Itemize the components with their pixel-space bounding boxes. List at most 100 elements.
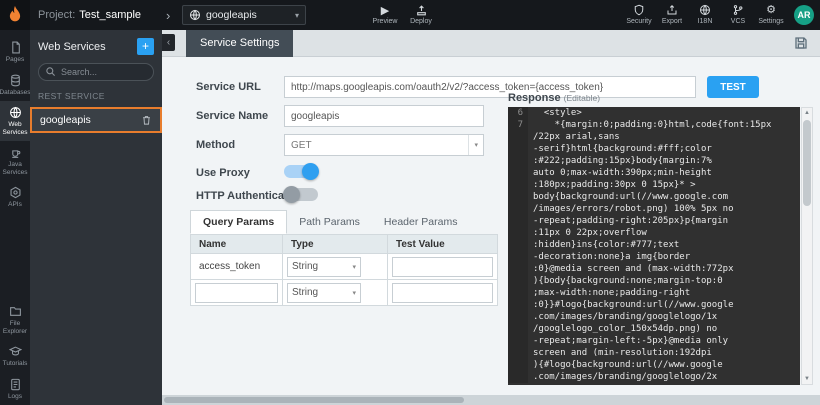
delete-service-trash-icon[interactable] xyxy=(141,114,152,126)
web-services-globe-icon xyxy=(9,106,22,119)
export-label: Export xyxy=(662,18,682,25)
method-select[interactable]: GET ▾ xyxy=(284,134,484,156)
response-label-text: Response xyxy=(508,92,561,104)
code-line: ;max-width:none;padding-right xyxy=(508,287,800,299)
service-url-input[interactable] xyxy=(284,76,696,98)
code-line: screen and (min-resolution:192dpi xyxy=(508,347,800,359)
param-tabs: Query Params Path Params Header Params xyxy=(190,210,469,234)
query-params-table: Name Type Test Value access_token String… xyxy=(190,234,498,306)
horizontal-scrollbar[interactable] xyxy=(162,395,820,405)
code-line: -repeat;padding-right:205px}p{margin xyxy=(508,215,800,227)
rail-label: Tutorials xyxy=(3,360,28,368)
sidebar-item-tutorials[interactable]: Tutorials xyxy=(0,340,30,373)
service-name-input[interactable] xyxy=(284,105,484,127)
project-label: Project: Test_sample xyxy=(38,0,141,30)
preview-button[interactable]: ▶ Preview xyxy=(368,3,402,25)
i18n-globe-icon xyxy=(699,3,711,17)
code-line: :180px;padding:30px 0 15px}* > xyxy=(508,179,800,191)
collapse-panel-button[interactable]: ‹ xyxy=(162,34,175,51)
sidebar-item-java-services[interactable]: Java Services xyxy=(0,141,30,181)
method-label: Method xyxy=(196,139,235,151)
scroll-down-arrow-icon[interactable]: ▼ xyxy=(802,374,812,384)
rail-label: File Explorer xyxy=(0,320,30,335)
code-line: auto 0;max-width:390px;min-height xyxy=(508,167,800,179)
app-window: Project: Test_sample › googleapis ▾ ▶ Pr… xyxy=(0,0,820,405)
response-code-editor[interactable]: 6 <style>7 *{margin:0;padding:0}html,cod… xyxy=(508,107,800,385)
scroll-up-arrow-icon[interactable]: ▲ xyxy=(802,108,812,118)
new-param-name-input[interactable] xyxy=(195,283,278,303)
i18n-button[interactable]: I18N xyxy=(690,3,720,25)
project-prefix: Project: xyxy=(38,9,75,21)
param-type-select[interactable]: String ▾ xyxy=(287,257,361,277)
code-line: /22px arial,sans xyxy=(508,131,800,143)
code-line: ){#logo{background:url(//www.google xyxy=(508,359,800,371)
add-service-button[interactable]: + xyxy=(137,38,154,55)
security-label: Security xyxy=(626,18,651,25)
new-param-type-select[interactable]: String ▾ xyxy=(287,283,361,303)
export-button[interactable]: Export xyxy=(657,3,687,25)
http-authentication-toggle[interactable] xyxy=(284,188,318,201)
new-param-test-value-input[interactable] xyxy=(392,283,493,303)
tab-service-settings[interactable]: Service Settings xyxy=(186,30,293,57)
editor-tab-strip: Service Settings xyxy=(162,30,820,57)
sidebar-item-apis[interactable]: APIs xyxy=(0,181,30,214)
api-hexagon-icon xyxy=(9,186,22,199)
sidebar-item-pages[interactable]: Pages xyxy=(0,36,30,69)
tab-query-params[interactable]: Query Params xyxy=(190,210,287,234)
caret-down-icon: ▾ xyxy=(468,135,483,155)
globe-icon xyxy=(189,9,201,21)
code-line: :hidden}ins{color:#777;text xyxy=(508,239,800,251)
user-avatar[interactable]: AR xyxy=(794,5,814,25)
table-row-new: String ▾ xyxy=(191,280,498,306)
response-label: Response (Editable) xyxy=(508,92,600,104)
code-line: ){body{background:none;margin-top:0 xyxy=(508,275,800,287)
column-header-test-value: Test Value xyxy=(388,235,498,254)
sidebar-item-file-explorer[interactable]: File Explorer xyxy=(0,300,30,340)
toggle-knob xyxy=(283,186,300,203)
use-proxy-toggle[interactable] xyxy=(284,165,318,178)
service-search xyxy=(38,62,154,81)
tab-path-params[interactable]: Path Params xyxy=(287,210,372,234)
sidebar-item-logs[interactable]: Logs xyxy=(0,373,30,405)
param-type-value: String xyxy=(292,287,318,298)
app-logo[interactable] xyxy=(0,0,30,30)
sidebar-item-databases[interactable]: Databases xyxy=(0,69,30,102)
service-selector-dropdown[interactable]: googleapis ▾ xyxy=(182,5,306,25)
code-line: /images/errors/robot.png) 100% 5px no xyxy=(508,203,800,215)
param-name-value[interactable]: access_token xyxy=(195,261,278,272)
code-lines: 6 <style>7 *{margin:0;padding:0}html,cod… xyxy=(508,107,800,383)
database-icon xyxy=(9,74,22,87)
logs-icon xyxy=(9,378,22,391)
horizontal-scrollbar-thumb[interactable] xyxy=(164,397,464,403)
tab-header-params[interactable]: Header Params xyxy=(372,210,470,234)
deploy-label: Deploy xyxy=(410,18,432,25)
editor-scrollbar[interactable]: ▲ ▼ xyxy=(801,107,813,385)
editor-scrollbar-thumb[interactable] xyxy=(803,120,811,206)
vcs-button[interactable]: VCS xyxy=(723,3,753,25)
code-line: :0}@media screen and (max-width:772px xyxy=(508,263,800,275)
service-name-label: Service Name xyxy=(196,110,268,122)
rail-label: Pages xyxy=(6,56,24,64)
rail-label: Logs xyxy=(8,393,22,401)
i18n-label: I18N xyxy=(698,18,713,25)
rail-label: Databases xyxy=(0,89,31,97)
sidebar-item-web-services[interactable]: Web Services xyxy=(0,101,30,141)
security-button[interactable]: Security xyxy=(624,3,654,25)
play-icon: ▶ xyxy=(381,3,389,17)
settings-button[interactable]: ⚙ Settings xyxy=(756,3,786,25)
use-proxy-label: Use Proxy xyxy=(196,167,250,179)
left-nav-rail: Pages Databases Web Services Java Servic… xyxy=(0,30,30,405)
web-services-panel: Web Services + REST SERVICE googleapis xyxy=(30,30,162,405)
service-list-item-googleapis[interactable]: googleapis xyxy=(30,107,162,133)
code-line: body{background:url(//www.google.com xyxy=(508,191,800,203)
caret-down-icon: ▾ xyxy=(352,289,356,297)
rail-label: Java Services xyxy=(0,161,30,176)
deploy-button[interactable]: Deploy xyxy=(404,3,438,25)
save-button[interactable] xyxy=(793,35,810,52)
code-line: -repeat;margin-left:-5px}@media only xyxy=(508,335,800,347)
graduation-cap-icon xyxy=(9,345,22,358)
param-test-value-input[interactable] xyxy=(392,257,493,277)
code-line: :#222;padding:15px}body{margin:7% xyxy=(508,155,800,167)
test-button[interactable]: TEST xyxy=(707,76,759,98)
rail-label: Web Services xyxy=(0,121,30,136)
